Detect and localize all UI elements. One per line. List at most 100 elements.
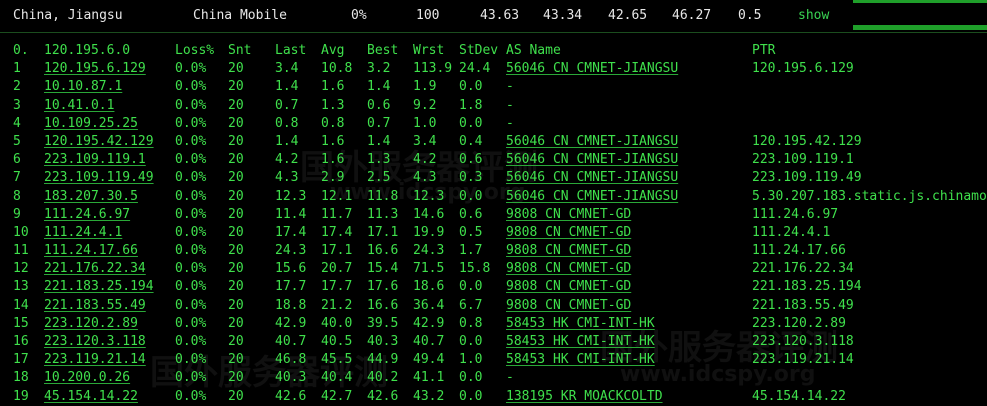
hop-wrst: 3.4	[413, 133, 437, 149]
hop-best: 44.9	[367, 352, 399, 368]
hop-host[interactable]: 223.120.2.89	[44, 315, 138, 332]
hop-loss: 0.0%	[175, 315, 207, 331]
hop-stdev: 0.8	[459, 315, 483, 331]
hop-ptr: 120.195.42.129	[752, 133, 862, 149]
hop-asname[interactable]: 9808 CN CMNET-GD	[506, 278, 631, 295]
hop-snt: 20	[228, 352, 244, 368]
hop-best: 17.6	[367, 279, 399, 295]
hop-host[interactable]: 221.183.55.49	[44, 297, 146, 314]
hop-asname[interactable]: 9808 CN CMNET-GD	[506, 297, 631, 314]
hop-host[interactable]: 10.200.0.26	[44, 369, 130, 386]
hop-asname[interactable]: 56046 CN CMNET-JIANGSU	[506, 60, 678, 77]
hop-last: 42.6	[275, 388, 307, 404]
hop-asname[interactable]: 58453 HK CMI-INT-HK	[506, 315, 655, 332]
hop-host[interactable]: 10.10.87.1	[44, 78, 122, 95]
hop-asname[interactable]: 9808 CN CMNET-GD	[506, 260, 631, 277]
table-row: 2 10.10.87.1 0.0% 20 1.4 1.6 1.4 1.9 0.0 -	[0, 78, 987, 96]
hop-wrst: 36.4	[413, 297, 445, 313]
hop-host[interactable]: 10.109.25.25	[44, 115, 138, 132]
hop-asname[interactable]: 9808 CN CMNET-GD	[506, 224, 631, 241]
col-wrst: Wrst	[413, 43, 445, 58]
hop-ptr: 5.30.207.183.static.js.chinamo	[752, 188, 987, 204]
hop-wrst: 24.3	[413, 243, 445, 259]
hop-asname[interactable]: 58453 HK CMI-INT-HK	[506, 333, 655, 350]
hop-stdev: 0.4	[459, 133, 483, 149]
hop-loss: 0.0%	[175, 297, 207, 313]
hop-asname[interactable]: 138195 KR MOACKCOLTD	[506, 388, 663, 405]
table-row: 18 10.200.0.26 0.0% 20 40.3 40.4 40.2 41.1 0.0 -	[0, 369, 987, 387]
traceroute-table: 0. 120.195.6.0 Loss% Snt Last Avg Best W…	[0, 42, 987, 406]
hop-host[interactable]: 223.119.21.14	[44, 351, 146, 368]
hop-best: 16.6	[367, 243, 399, 259]
hop-avg: 10.8	[321, 61, 353, 77]
hop-snt: 20	[228, 261, 244, 277]
table-row: 12 221.176.22.34 0.0% 20 15.6 20.7 15.4 71.5 15.…	[0, 260, 987, 278]
hop-last: 0.8	[275, 115, 299, 131]
table-row: 1 120.195.6.129 0.0% 20 3.4 10.8 3.2 113.9 24.4 5…	[0, 60, 987, 78]
isp: China Mobile	[193, 8, 287, 23]
hop-host[interactable]: 111.24.17.66	[44, 242, 138, 259]
hop-stdev: 0.0	[459, 334, 483, 349]
hop-host[interactable]: 221.183.25.194	[44, 278, 154, 295]
hop-loss: 0.0%	[175, 352, 207, 368]
hop-stdev: 0.0	[459, 188, 483, 204]
hop-wrst: 4.2	[413, 152, 437, 168]
hop-asname[interactable]: 56046 CN CMNET-JIANGSU	[506, 133, 678, 150]
hop-host[interactable]: 45.154.14.22	[44, 388, 138, 405]
hop-loss: 0.0%	[175, 170, 207, 186]
hop-number: 9	[13, 206, 21, 222]
summary-stdev: 0.5	[738, 8, 762, 23]
table-row: 17 223.119.21.14 0.0% 20 46.8 45.5 44.9 49.4 1.0…	[0, 351, 987, 369]
show-link[interactable]: show	[798, 8, 829, 23]
hop-host[interactable]: 120.195.42.129	[44, 133, 154, 150]
hop-host[interactable]: 183.207.30.5	[44, 188, 138, 205]
hop-stdev: 1.7	[459, 243, 483, 259]
hop-last: 0.7	[275, 97, 299, 113]
hop-host[interactable]: 10.41.0.1	[44, 97, 114, 114]
table-row: 6 223.109.119.1 0.0% 20 4.2 1.6 1.3 4.2 0.6 56046…	[0, 151, 987, 169]
hop-loss: 0.0%	[175, 61, 207, 77]
hop-asname: -	[506, 115, 514, 131]
hop-ptr: 120.195.6.129	[752, 61, 854, 77]
hop-number: 17	[13, 352, 29, 368]
hop-snt: 20	[228, 206, 244, 222]
table-row: 3 10.41.0.1 0.0% 20 0.7 1.3 0.6 9.2 1.8 -	[0, 97, 987, 115]
hop-host[interactable]: 223.109.119.49	[44, 169, 154, 186]
hop-snt: 20	[228, 115, 244, 131]
hop-wrst: 40.7	[413, 334, 445, 349]
hop-best: 1.3	[367, 152, 391, 168]
col-best: Best	[367, 43, 399, 58]
col-avg: Avg	[321, 43, 345, 58]
hop-avg: 0.8	[321, 115, 345, 131]
hop-host[interactable]: 120.195.6.129	[44, 60, 146, 77]
hop-ptr: 111.24.6.97	[752, 206, 839, 222]
location: China, Jiangsu	[13, 8, 123, 23]
hop-host[interactable]: 111.24.6.97	[44, 206, 130, 223]
hop-asname[interactable]: 58453 HK CMI-INT-HK	[506, 351, 655, 368]
hop-number: 14	[13, 297, 29, 313]
hop-host[interactable]: 223.120.3.118	[44, 333, 146, 350]
table-row: 19 45.154.14.22 0.0% 20 42.6 42.7 42.6 43.2 0.0 1…	[0, 388, 987, 406]
hop-snt: 20	[228, 188, 244, 204]
hop-stdev: 24.4	[459, 61, 491, 77]
hop-asname[interactable]: 56046 CN CMNET-JIANGSU	[506, 188, 678, 205]
hop-best: 11.3	[367, 206, 399, 222]
hop-number: 12	[13, 261, 29, 277]
hop-number: 15	[13, 315, 29, 331]
hop-number: 13	[13, 279, 29, 295]
hop-wrst: 1.0	[413, 115, 437, 131]
hop-asname[interactable]: 9808 CN CMNET-GD	[506, 206, 631, 223]
hop-host[interactable]: 111.24.4.1	[44, 224, 122, 241]
hop-snt: 20	[228, 315, 244, 331]
hop-asname[interactable]: 56046 CN CMNET-JIANGSU	[506, 151, 678, 168]
hop-asname[interactable]: 56046 CN CMNET-JIANGSU	[506, 169, 678, 186]
hop-number: 18	[13, 370, 29, 386]
summary-loss: 0%	[351, 8, 367, 23]
hop-asname[interactable]: 9808 CN CMNET-GD	[506, 242, 631, 259]
hop-host[interactable]: 221.176.22.34	[44, 260, 146, 277]
hop-last: 17.4	[275, 224, 307, 240]
hop-last: 4.3	[275, 170, 299, 186]
hop-host[interactable]: 223.109.119.1	[44, 151, 146, 168]
hop-asname: -	[506, 97, 514, 113]
hop-stdev: 1.8	[459, 97, 483, 113]
